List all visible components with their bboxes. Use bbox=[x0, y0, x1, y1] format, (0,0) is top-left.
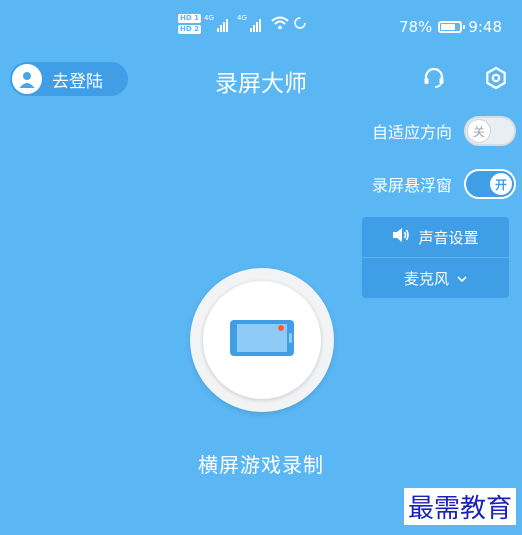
landscape-record-button[interactable] bbox=[190, 268, 334, 412]
net-type-1: 4G bbox=[203, 14, 214, 22]
orientation-label: 自适应方向 bbox=[371, 123, 452, 142]
sound-settings-button[interactable]: 声音设置 bbox=[362, 217, 509, 257]
hd2-badge: HD 2 bbox=[178, 25, 201, 34]
net-type-2: 4G bbox=[236, 14, 247, 22]
floating-window-toggle[interactable]: 开 bbox=[464, 169, 516, 199]
orientation-toggle[interactable]: 关 bbox=[464, 116, 516, 146]
record-label: 横屏游戏录制 bbox=[198, 453, 324, 477]
signal-icon-sim1: 4G bbox=[203, 14, 228, 32]
floating-window-label: 录屏悬浮窗 bbox=[371, 176, 452, 195]
record-button-inner bbox=[203, 281, 321, 399]
orientation-toggle-knob: 关 bbox=[468, 120, 490, 142]
audio-source-value: 麦克风 bbox=[403, 269, 449, 288]
floating-window-setting: 录屏悬浮窗 开 bbox=[372, 169, 516, 199]
audio-source-dropdown[interactable]: 麦克风 bbox=[362, 258, 509, 298]
sound-settings-label: 声音设置 bbox=[418, 228, 479, 247]
sound-settings-panel: 声音设置 麦克风 bbox=[362, 217, 509, 298]
chevron-down-icon bbox=[457, 269, 467, 287]
sync-icon bbox=[293, 15, 307, 34]
headset-icon[interactable] bbox=[420, 64, 448, 92]
hd1-badge: HD 1 bbox=[178, 14, 201, 23]
speaker-icon bbox=[392, 227, 410, 247]
signal-icon-sim2: 4G bbox=[236, 14, 261, 32]
battery-icon bbox=[438, 21, 466, 33]
wifi-icon bbox=[271, 15, 289, 34]
status-right: 78% 9:48 bbox=[399, 18, 502, 36]
clock: 9:48 bbox=[468, 18, 502, 36]
hd-badges: HD 1 HD 2 bbox=[178, 14, 201, 34]
watermark: 最需教育 bbox=[403, 488, 516, 525]
landscape-phone-icon bbox=[229, 319, 295, 361]
gear-icon[interactable] bbox=[482, 64, 510, 92]
battery-percent: 78% bbox=[398, 18, 433, 36]
signal-group: HD 1 HD 2 4G 4G bbox=[178, 14, 307, 34]
floating-window-toggle-knob: 开 bbox=[490, 173, 512, 195]
orientation-setting: 自适应方向 关 bbox=[372, 116, 516, 146]
status-bar: HD 1 HD 2 4G 4G 78% 9:48 bbox=[0, 0, 522, 56]
